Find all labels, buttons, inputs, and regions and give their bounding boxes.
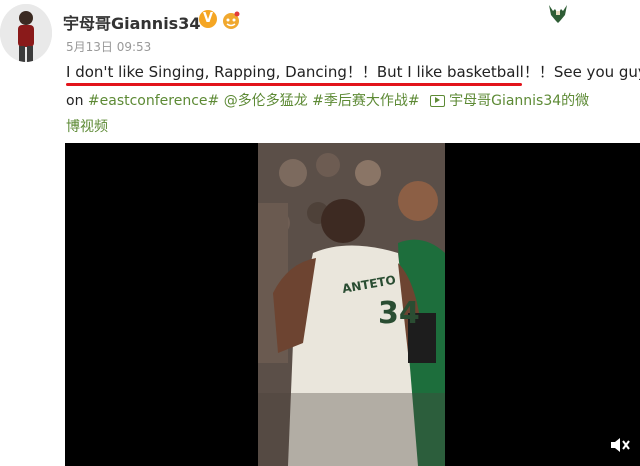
hashtag-link[interactable]: #季后赛大作战# bbox=[312, 93, 419, 109]
hashtag-link[interactable]: #eastconference# bbox=[88, 93, 219, 109]
text-underline-annotation bbox=[66, 83, 522, 86]
video-player[interactable]: 34 ANTETO bbox=[65, 143, 640, 466]
post-text-line: I don't like Singing, Rapping, Dancing！！… bbox=[66, 63, 640, 81]
video-link-icon bbox=[430, 95, 446, 107]
avatar[interactable] bbox=[0, 4, 52, 62]
post-text-line: on #eastconference# @多伦多猛龙 #季后赛大作战# 宇母哥G… bbox=[66, 90, 589, 110]
username[interactable]: 宇母哥Giannis34 bbox=[63, 10, 200, 34]
post-timestamp: 5月13日 09:53 bbox=[66, 40, 152, 54]
post-text-on: on bbox=[66, 93, 84, 109]
video-frame: 34 ANTETO bbox=[258, 143, 445, 466]
verified-badge-icon: V bbox=[199, 10, 217, 28]
video-link[interactable]: 宇母哥Giannis34的微 bbox=[449, 93, 589, 109]
mute-icon[interactable] bbox=[609, 435, 631, 455]
team-logo-icon bbox=[546, 2, 570, 24]
mention-link[interactable]: @多伦多猛龙 bbox=[224, 93, 308, 109]
vip-icon bbox=[223, 11, 240, 29]
video-link[interactable]: 博视频 bbox=[66, 116, 108, 136]
jersey-number: 34 bbox=[378, 296, 420, 331]
